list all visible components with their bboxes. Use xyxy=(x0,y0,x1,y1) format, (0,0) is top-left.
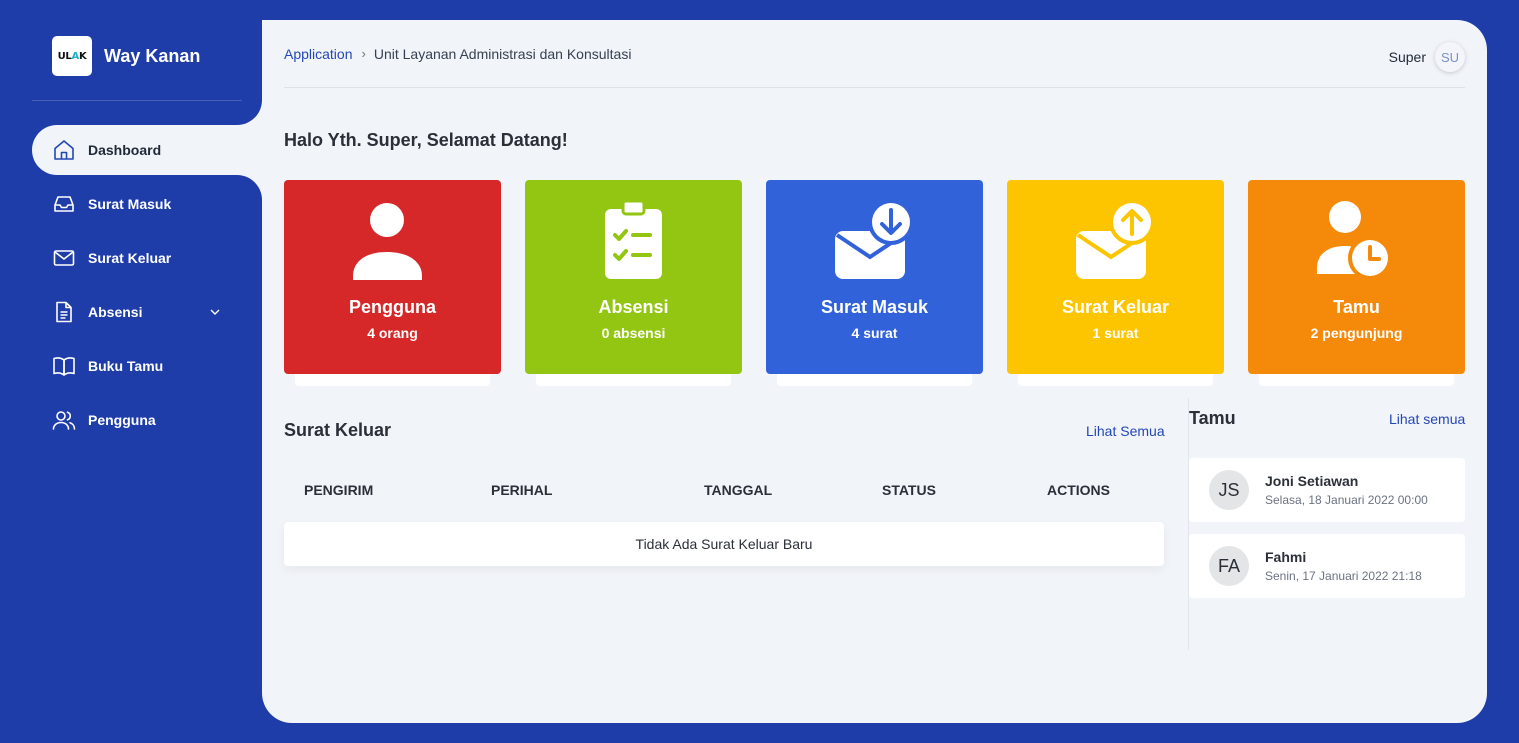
clipboard-check-icon xyxy=(604,200,662,279)
list-item[interactable]: JS Joni Setiawan Selasa, 18 Januari 2022… xyxy=(1189,458,1465,522)
user-icon xyxy=(352,203,422,280)
home-icon xyxy=(54,140,74,160)
column-header-tanggal[interactable]: TANGGAL xyxy=(704,482,772,498)
user-clock-icon xyxy=(1316,201,1392,280)
card-subtitle: 4 surat xyxy=(851,325,898,341)
column-header-actions[interactable]: ACTIONS xyxy=(1047,482,1110,498)
surat-keluar-view-all-link[interactable]: Lihat Semua xyxy=(1086,423,1165,439)
guest-date: Senin, 17 Januari 2022 21:18 xyxy=(1265,569,1422,583)
column-header-status[interactable]: STATUS xyxy=(882,482,936,498)
page-greeting: Halo Yth. Super, Selamat Datang! xyxy=(284,130,568,150)
sidebar-item-label: Absensi xyxy=(88,304,143,320)
sidebar-item-label: Buku Tamu xyxy=(88,358,164,374)
avatar: FA xyxy=(1209,546,1249,586)
card-title: Pengguna xyxy=(348,297,436,317)
user-menu[interactable]: Super SU xyxy=(1389,42,1465,72)
users-icon xyxy=(52,411,76,430)
avatar: JS xyxy=(1209,470,1249,510)
topbar: Application › Unit Layanan Administrasi … xyxy=(284,42,1465,88)
card-subtitle: 0 absensi xyxy=(601,325,666,341)
card-body: Absensi 0 absensi xyxy=(525,180,742,374)
sidebar-item-buku-tamu[interactable]: Buku Tamu xyxy=(32,339,262,393)
breadcrumb-current: Unit Layanan Administrasi dan Konsultasi xyxy=(373,46,632,62)
brand-name: Way Kanan xyxy=(104,45,201,66)
chevron-down-icon[interactable] xyxy=(208,305,222,319)
sidebar: UL A K Way Kanan Dashboard Surat Masuk Sur… xyxy=(0,0,262,743)
sidebar-divider xyxy=(32,100,242,101)
card-subtitle: 4 orang xyxy=(367,325,418,341)
avatar[interactable]: SU xyxy=(1435,42,1465,72)
card-title: Absensi xyxy=(598,297,669,317)
tamu-title: Tamu xyxy=(1189,408,1236,428)
guest-name: Fahmi xyxy=(1265,549,1307,565)
stat-card-surat-keluar[interactable]: Surat Keluar 1 surat xyxy=(1007,180,1224,386)
mail-download-icon xyxy=(834,200,914,279)
sidebar-nav: Dashboard Surat Masuk Surat Keluar Absen… xyxy=(32,125,262,447)
stat-card-surat-masuk[interactable]: Surat Masuk 4 surat xyxy=(766,180,983,386)
stat-card-pengguna[interactable]: Pengguna 4 orang xyxy=(284,180,501,386)
sidebar-item-absensi[interactable]: Absensi xyxy=(32,285,262,339)
list-item[interactable]: FA Fahmi Senin, 17 Januari 2022 21:18 xyxy=(1189,534,1465,598)
brand[interactable]: UL A K Way Kanan xyxy=(52,36,200,76)
stat-cards: Pengguna 4 orang Absensi 0 absensi Surat… xyxy=(284,180,1465,390)
stat-card-absensi[interactable]: Absensi 0 absensi xyxy=(525,180,742,386)
section-divider xyxy=(1188,398,1189,650)
document-icon xyxy=(56,301,72,323)
breadcrumb-separator: › xyxy=(361,46,366,61)
guest-date: Selasa, 18 Januari 2022 00:00 xyxy=(1265,493,1428,507)
sidebar-item-surat-masuk[interactable]: Surat Masuk xyxy=(32,177,262,231)
user-name: Super xyxy=(1388,49,1426,65)
tamu-view-all-link[interactable]: Lihat semua xyxy=(1389,411,1465,427)
sidebar-item-label: Surat Masuk xyxy=(88,196,172,212)
table-empty-row: Tidak Ada Surat Keluar Baru xyxy=(284,522,1164,566)
inbox-icon xyxy=(54,196,74,212)
sidebar-item-dashboard[interactable]: Dashboard xyxy=(32,125,262,175)
sidebar-item-pengguna[interactable]: Pengguna xyxy=(32,393,262,447)
guest-name: Joni Setiawan xyxy=(1265,473,1359,489)
surat-keluar-title: Surat Keluar xyxy=(284,420,392,440)
mail-icon xyxy=(53,250,75,266)
sidebar-item-label: Surat Keluar xyxy=(88,250,172,266)
column-header-perihal[interactable]: PERIHAL xyxy=(491,482,552,498)
column-header-pengirim[interactable]: PENGIRIM xyxy=(304,482,373,498)
table-header: PENGIRIM PERIHAL TANGGAL STATUS ACTIONS xyxy=(284,482,1164,502)
stat-card-tamu[interactable]: Tamu 2 pengunjung xyxy=(1248,180,1465,386)
breadcrumb-root-link[interactable]: Application xyxy=(284,46,353,62)
card-body: Surat Masuk 4 surat xyxy=(766,180,983,374)
card-title: Surat Masuk xyxy=(820,297,929,317)
book-open-icon xyxy=(53,357,75,376)
card-body: Surat Keluar 1 surat xyxy=(1007,180,1224,374)
brand-logo: UL A K xyxy=(52,36,92,76)
card-body: Pengguna 4 orang xyxy=(284,180,501,374)
card-title: Tamu xyxy=(1333,297,1380,317)
sidebar-item-surat-keluar[interactable]: Surat Keluar xyxy=(32,231,262,285)
sidebar-item-label: Dashboard xyxy=(88,142,162,158)
sidebar-item-label: Pengguna xyxy=(88,412,156,428)
card-subtitle: 2 pengunjung xyxy=(1310,325,1403,341)
card-title: Surat Keluar xyxy=(1061,297,1170,317)
card-subtitle: 1 surat xyxy=(1092,325,1139,341)
mail-upload-icon xyxy=(1075,200,1155,279)
card-body: Tamu 2 pengunjung xyxy=(1248,180,1465,374)
main-content: Application › Unit Layanan Administrasi … xyxy=(262,20,1487,723)
